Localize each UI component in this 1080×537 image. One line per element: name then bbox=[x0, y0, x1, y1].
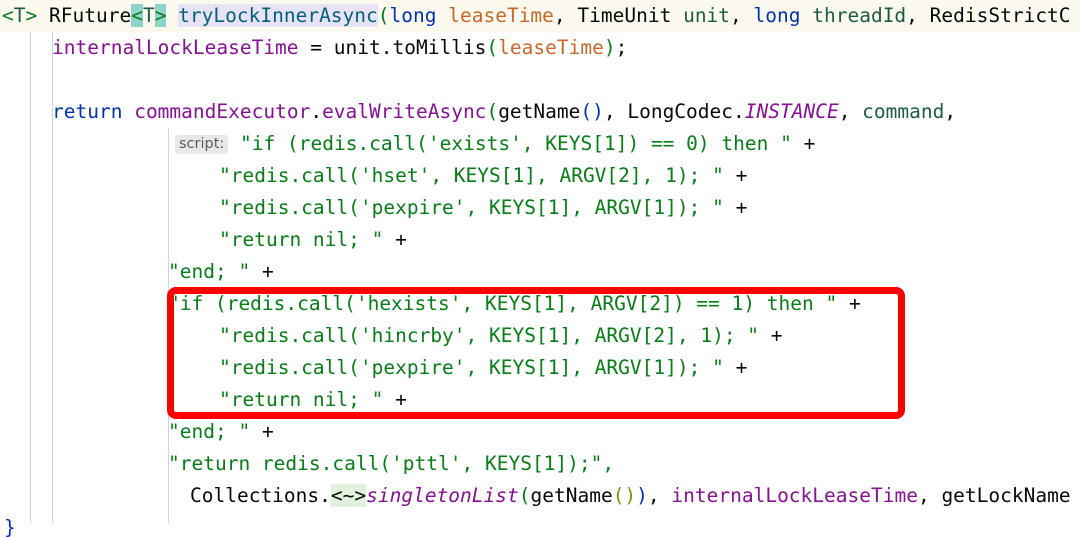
method-evalWriteAsync: evalWriteAsync bbox=[322, 100, 487, 123]
semicolon: ; bbox=[615, 36, 628, 59]
field-internalLockLeaseTime: internalLockLeaseTime bbox=[52, 36, 299, 59]
comma: , bbox=[603, 100, 628, 123]
generic-type-param: T bbox=[13, 4, 26, 27]
code-line-return-call[interactable]: return commandExecutor.evalWriteAsync(ge… bbox=[0, 96, 1080, 128]
string-literal: "redis.call('pexpire', KEYS[1], ARGV[1])… bbox=[219, 356, 724, 379]
return-type-name: RFuture bbox=[49, 4, 132, 27]
closing-brace: } bbox=[4, 516, 16, 537]
param-leaseTime: leaseTime bbox=[448, 4, 554, 27]
dot: . bbox=[733, 100, 745, 123]
var-unit: unit bbox=[333, 36, 381, 59]
call-getLockName-clipped: getLockName bbox=[941, 484, 1071, 507]
var-command: command bbox=[862, 100, 945, 123]
concat-operator: + bbox=[770, 324, 783, 347]
concat-operator: + bbox=[735, 164, 748, 187]
dot: . bbox=[319, 484, 331, 507]
string-literal: "redis.call('hincrby', KEYS[1], ARGV[2],… bbox=[219, 324, 760, 347]
parameter-hint-script[interactable]: script: bbox=[175, 135, 229, 154]
close-paren: ) bbox=[636, 484, 648, 507]
string-literal: "redis.call('pexpire', KEYS[1], ARGV[1])… bbox=[219, 196, 724, 219]
concat-operator: + bbox=[395, 388, 407, 411]
string-literal: "if (redis.call('exists', KEYS[1]) == 0)… bbox=[240, 132, 792, 155]
code-line-script-string[interactable]: "redis.call('hset', KEYS[1], ARGV[2], 1)… bbox=[0, 160, 1080, 192]
string-literal: "if (redis.call('hexists', KEYS[1], ARGV… bbox=[168, 292, 838, 315]
return-generic-open-bracket: < bbox=[131, 4, 143, 27]
getname-parens: () bbox=[612, 484, 637, 507]
return-generic-type-param: T bbox=[142, 4, 155, 27]
call-getName: getName bbox=[498, 100, 581, 123]
keyword-long-2: long bbox=[753, 4, 801, 27]
concat-operator: + bbox=[261, 260, 274, 283]
code-line-script-string[interactable]: "end; " + bbox=[0, 256, 1080, 288]
class-Collections: Collections bbox=[190, 484, 320, 507]
string-literal: "return nil; " bbox=[219, 388, 384, 411]
string-literal: "redis.call('hset', KEYS[1], ARGV[2], 1)… bbox=[219, 164, 724, 187]
class-LongCodec: LongCodec bbox=[627, 100, 734, 123]
concat-operator: + bbox=[735, 196, 748, 219]
string-literal: "end; " bbox=[168, 260, 251, 283]
code-line-script-string[interactable]: "redis.call('pexpire', KEYS[1], ARGV[1])… bbox=[0, 352, 1080, 384]
string-literal: "return redis.call('pttl', KEYS[1]);", bbox=[168, 452, 615, 475]
dot: . bbox=[310, 100, 323, 123]
concat-operator: + bbox=[803, 132, 816, 155]
keyword-long-1: long bbox=[389, 4, 437, 27]
inlay-marker-icon[interactable]: <~> bbox=[330, 484, 367, 507]
code-line-script-string[interactable]: "return redis.call('pttl', KEYS[1]);", bbox=[0, 448, 1080, 480]
close-paren: ) bbox=[603, 36, 616, 59]
method-name-declaration[interactable]: tryLockInnerAsync bbox=[178, 4, 378, 27]
keyword-return: return bbox=[52, 100, 123, 123]
getname-parens: () bbox=[580, 100, 604, 123]
code-line-script-string[interactable]: "end; " + bbox=[0, 416, 1080, 448]
open-paren: ( bbox=[518, 484, 531, 507]
concat-operator: + bbox=[261, 420, 274, 443]
code-line-closing-brace[interactable]: } bbox=[0, 512, 1080, 537]
comma: , bbox=[838, 100, 863, 123]
comma: , bbox=[917, 484, 942, 507]
lua-script-string-block[interactable]: script: "if (redis.call('exists', KEYS[1… bbox=[0, 128, 1080, 480]
concat-operator: + bbox=[395, 228, 407, 251]
code-line-script-string[interactable]: script: "if (redis.call('exists', KEYS[1… bbox=[0, 128, 1080, 160]
open-paren: ( bbox=[486, 36, 499, 59]
generic-close-bracket: > bbox=[25, 4, 38, 27]
code-line-script-string[interactable]: "return nil; " + bbox=[0, 384, 1080, 416]
code-line-script-string[interactable]: "redis.call('hincrby', KEYS[1], ARGV[2],… bbox=[0, 320, 1080, 352]
comma: , bbox=[647, 484, 672, 507]
comma: , bbox=[730, 4, 754, 27]
code-line-collections[interactable]: Collections.<~>singletonList(getName()),… bbox=[0, 480, 1080, 512]
code-line-script-string[interactable]: "if (redis.call('hexists', KEYS[1], ARGV… bbox=[0, 288, 1080, 320]
comma: , bbox=[944, 100, 957, 123]
param-unit: unit bbox=[683, 4, 731, 27]
param-threadId: threadId bbox=[812, 4, 907, 27]
string-literal: "return nil; " bbox=[219, 228, 384, 251]
code-line-blank-1 bbox=[0, 64, 1080, 96]
arg-leaseTime: leaseTime bbox=[498, 36, 604, 59]
type-trailing-clipped: RedisStrictC bbox=[929, 4, 1071, 27]
field-internalLockLeaseTime: internalLockLeaseTime bbox=[671, 484, 918, 507]
type-TimeUnit: TimeUnit bbox=[577, 4, 672, 27]
code-line-assignment[interactable]: internalLockLeaseTime = unit.toMillis(le… bbox=[0, 32, 1080, 64]
code-line-script-string[interactable]: "redis.call('pexpire', KEYS[1], ARGV[1])… bbox=[0, 192, 1080, 224]
method-singletonList: singletonList bbox=[366, 484, 519, 507]
field-commandExecutor: commandExecutor bbox=[134, 100, 311, 123]
generic-open-bracket: < bbox=[2, 4, 14, 27]
dot: . bbox=[380, 36, 393, 59]
code-line-signature[interactable]: <T> RFuture<T> tryLockInnerAsync(long le… bbox=[0, 0, 1080, 32]
method-toMillis: toMillis bbox=[392, 36, 487, 59]
call-getName: getName bbox=[530, 484, 613, 507]
code-editor[interactable]: <T> RFuture<T> tryLockInnerAsync(long le… bbox=[0, 0, 1080, 537]
static-field-INSTANCE: INSTANCE bbox=[744, 100, 839, 123]
string-literal: "end; " bbox=[168, 420, 251, 443]
concat-operator: + bbox=[735, 356, 748, 379]
param-list-open-paren: ( bbox=[377, 4, 390, 27]
open-paren: ( bbox=[486, 100, 499, 123]
assign-operator: = bbox=[298, 36, 334, 59]
concat-operator: + bbox=[848, 292, 861, 315]
code-line-script-string[interactable]: "return nil; " + bbox=[0, 224, 1080, 256]
return-generic-close-bracket: > bbox=[154, 4, 167, 27]
comma: , bbox=[553, 4, 578, 27]
comma: , bbox=[906, 4, 930, 27]
